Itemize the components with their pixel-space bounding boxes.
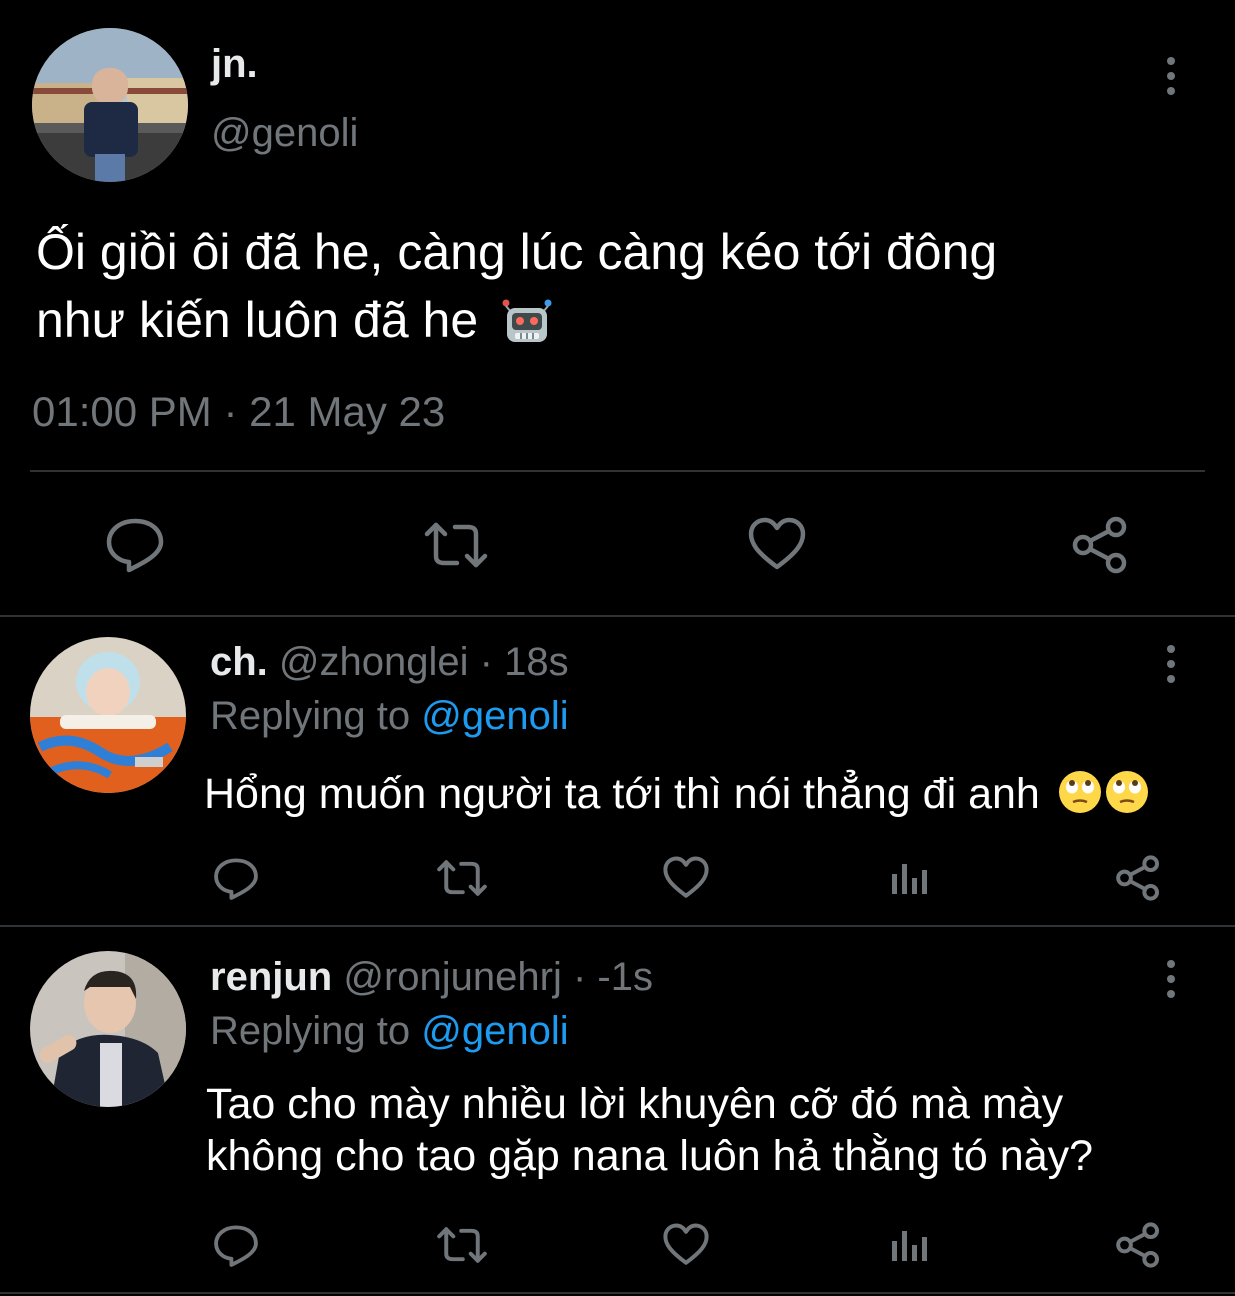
- tweet-text-line1: Ối giồi ôi đã he, càng lúc càng kéo tới …: [36, 224, 998, 280]
- analytics-icon[interactable]: [891, 860, 931, 896]
- more-options-icon[interactable]: [1164, 960, 1178, 998]
- share-icon[interactable]: [1115, 1222, 1161, 1268]
- replying-to-label: Replying to: [210, 1009, 411, 1053]
- like-icon[interactable]: [748, 517, 806, 571]
- more-options-icon[interactable]: [1164, 645, 1178, 683]
- tweet-text-line2: như kiến luôn đã he: [36, 286, 1196, 360]
- reply1-text-content: Hổng muốn người ta tới thì nói thẳng đi …: [204, 770, 1040, 818]
- section-divider: [0, 925, 1235, 927]
- like-icon[interactable]: [663, 856, 709, 899]
- reply2-text: Tao cho mày nhiều lời khuyên cỡ đó mà mà…: [206, 1078, 1093, 1182]
- reply1-display-name[interactable]: ch.: [210, 640, 268, 684]
- section-divider: [0, 1292, 1235, 1294]
- tweet-text: Ối giồi ôi đã he, càng lúc càng kéo tới …: [36, 218, 1196, 360]
- reply2-display-name[interactable]: renjun: [210, 955, 332, 999]
- tweet-text-line2-content: như kiến luôn đã he: [36, 292, 479, 348]
- reply-icon[interactable]: [105, 515, 165, 573]
- reply-icon[interactable]: [213, 1222, 259, 1268]
- retweet-icon[interactable]: [436, 858, 488, 898]
- share-icon[interactable]: [1071, 516, 1129, 574]
- reply2-handle[interactable]: @ronjunehrj: [343, 955, 562, 999]
- rolling-eyes-emoji-icon: [1058, 770, 1150, 825]
- reply2-header: renjun @ronjunehrj · -1s: [210, 955, 653, 1000]
- avatar-renjun[interactable]: [30, 951, 186, 1107]
- section-divider: [0, 615, 1235, 617]
- more-options-icon[interactable]: [1164, 57, 1178, 95]
- analytics-icon[interactable]: [891, 1227, 931, 1263]
- robot-emoji-icon: [502, 292, 552, 360]
- reply2-time: · -1s: [572, 955, 653, 999]
- reply1-replying-to: Replying to @genoli: [210, 694, 569, 739]
- retweet-icon[interactable]: [436, 1225, 488, 1265]
- main-display-name[interactable]: jn.: [211, 42, 258, 87]
- retweet-icon[interactable]: [423, 520, 489, 570]
- main-handle[interactable]: @genoli: [211, 111, 358, 156]
- replying-to-handle[interactable]: @genoli: [421, 1009, 568, 1053]
- reply2-replying-to: Replying to @genoli: [210, 1009, 569, 1054]
- reply1-time: · 18s: [479, 640, 569, 684]
- share-icon[interactable]: [1115, 855, 1161, 901]
- reply2-text-line1: Tao cho mày nhiều lời khuyên cỡ đó mà mà…: [206, 1080, 1064, 1128]
- reply2-text-line2: không cho tao gặp nana luôn hả thằng tó …: [206, 1132, 1094, 1180]
- tweet-timestamp[interactable]: 01:00 PM · 21 May 23: [32, 388, 445, 436]
- reply1-header: ch. @zhonglei · 18s: [210, 640, 569, 685]
- reply1-handle[interactable]: @zhonglei: [279, 640, 469, 684]
- reply1-text: Hổng muốn người ta tới thì nói thẳng đi …: [204, 770, 1150, 825]
- reply-icon[interactable]: [213, 855, 259, 901]
- replying-to-handle[interactable]: @genoli: [421, 694, 568, 738]
- timestamp-divider: [30, 470, 1205, 472]
- avatar-ch[interactable]: [30, 637, 186, 793]
- avatar-jn[interactable]: [32, 28, 188, 182]
- replying-to-label: Replying to: [210, 694, 411, 738]
- like-icon[interactable]: [663, 1223, 709, 1266]
